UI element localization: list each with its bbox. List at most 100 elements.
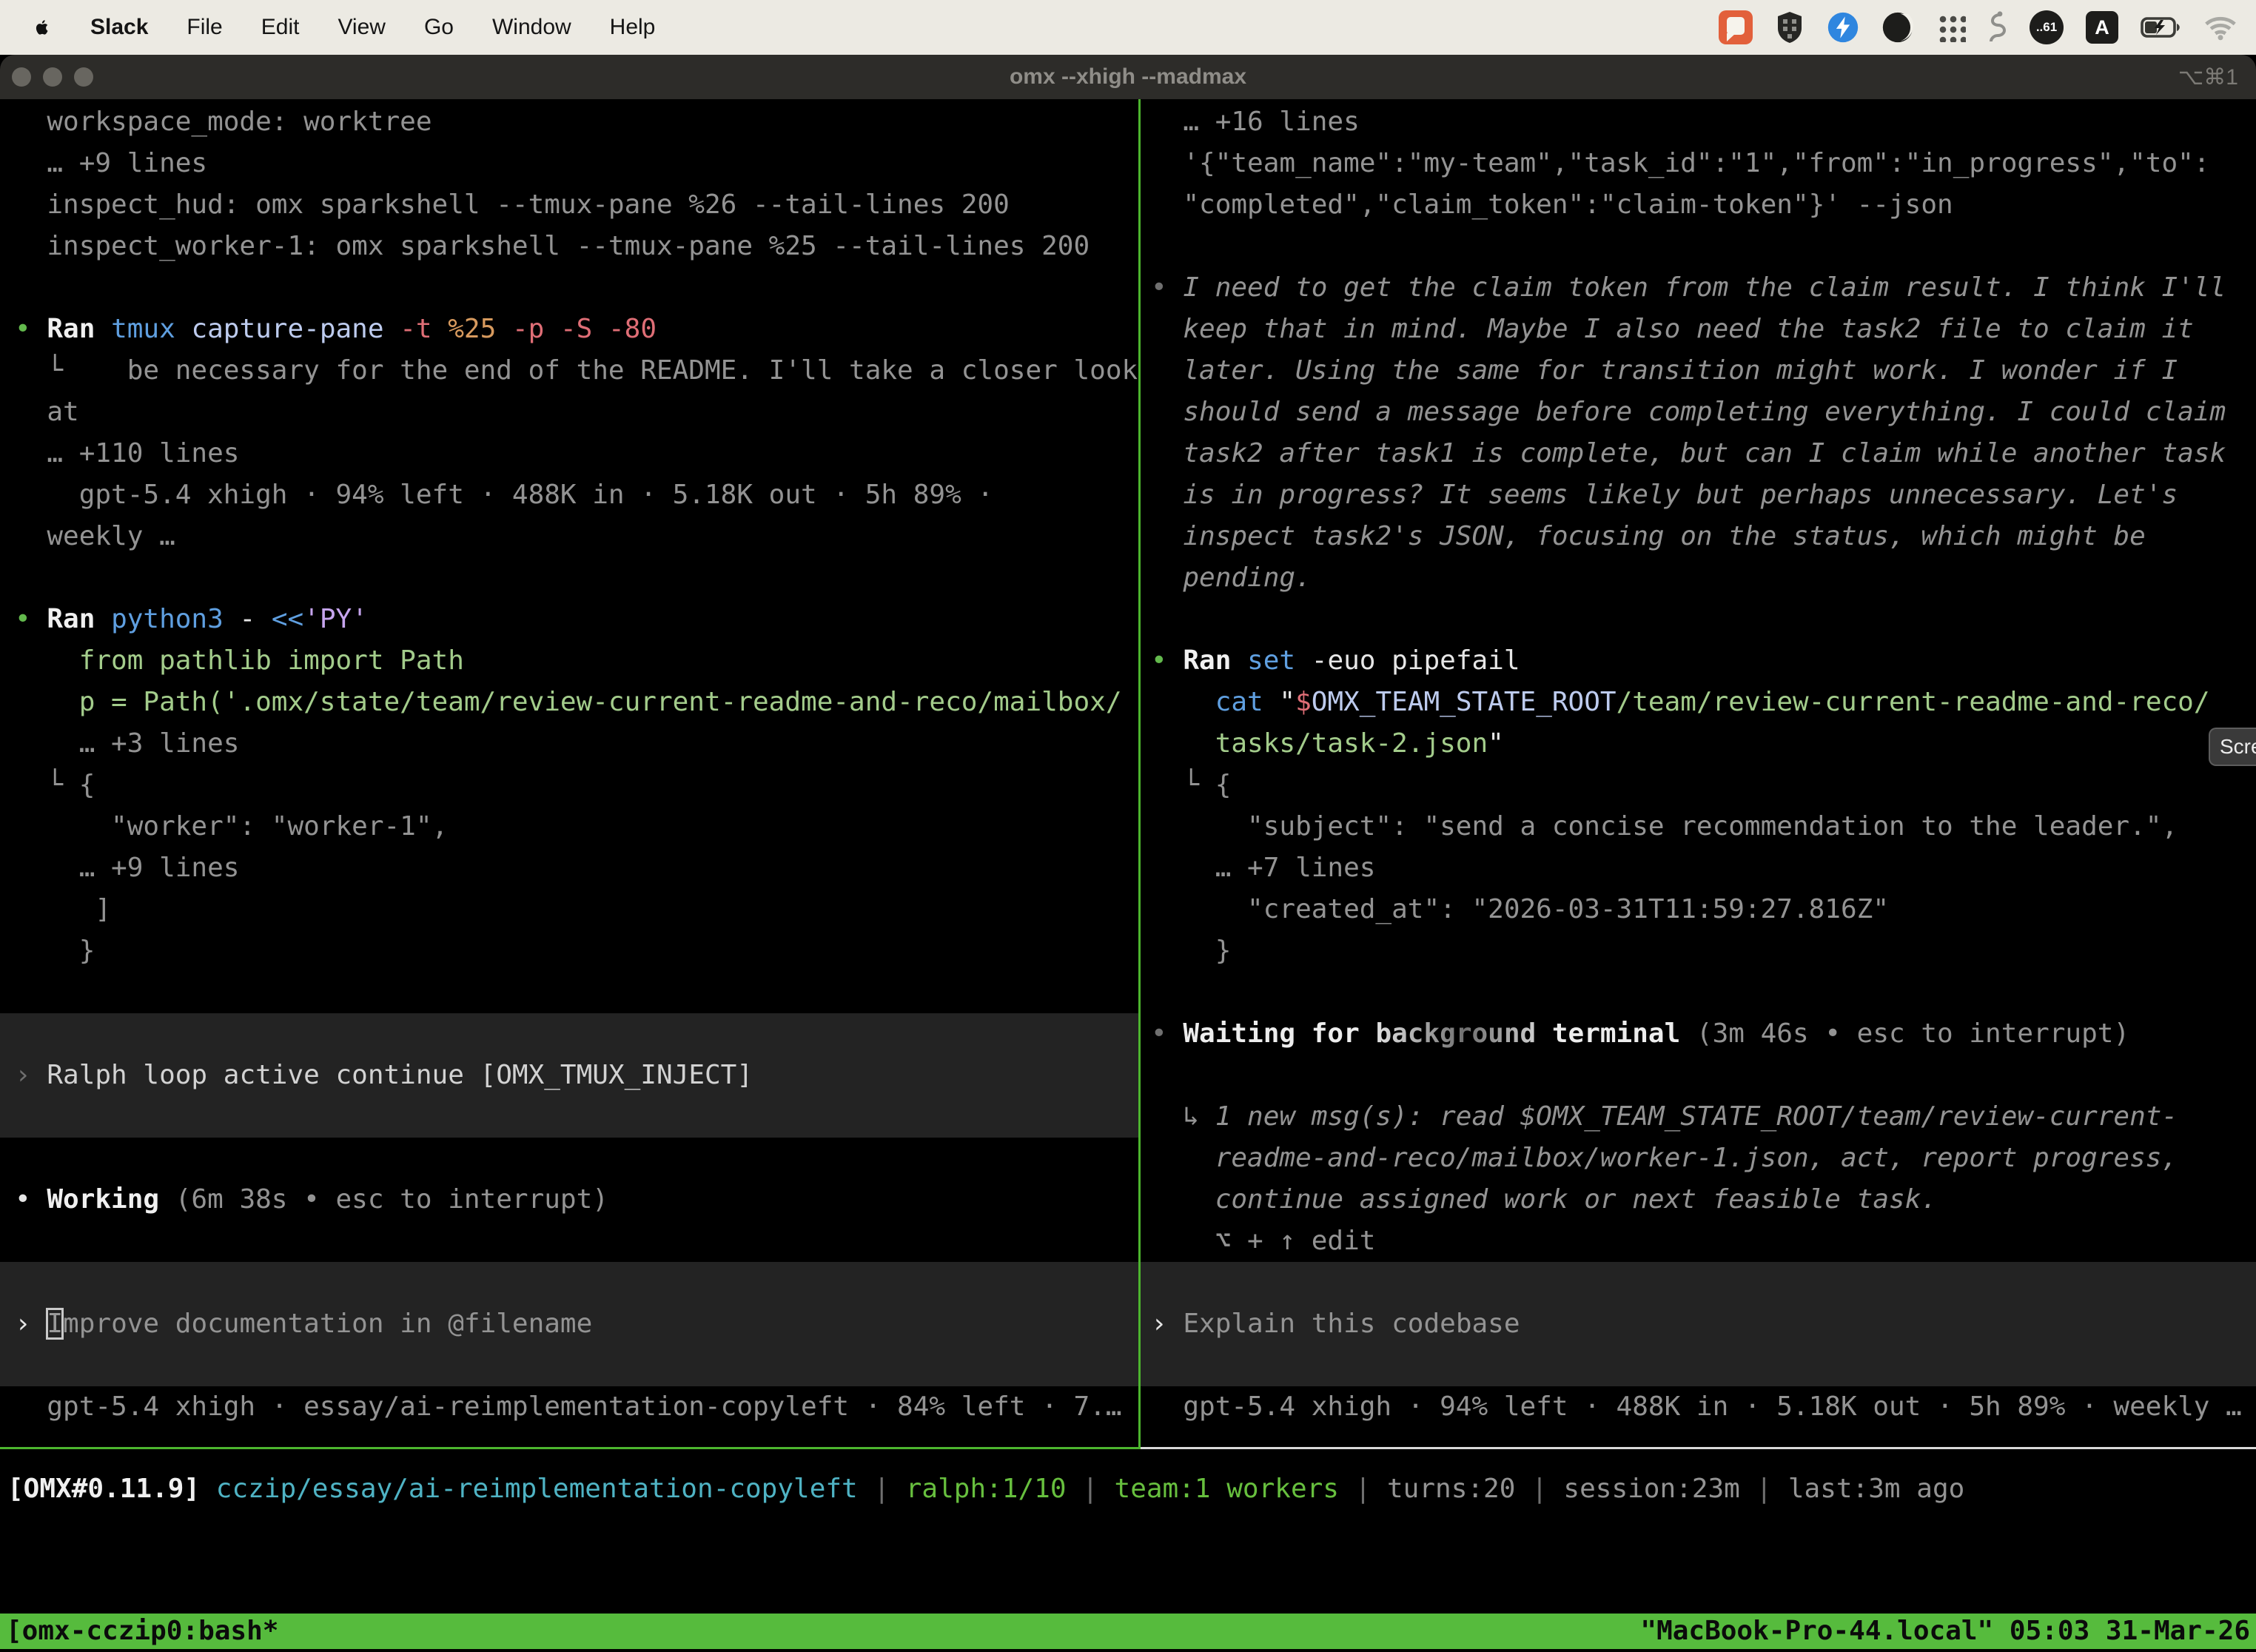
terminal-line: • Ran set -euo pipefail bbox=[1151, 640, 2256, 682]
terminal-line: readme-and-reco/mailbox/worker-1.json, a… bbox=[1151, 1138, 2256, 1179]
terminal-window: omx --xhigh --madmax ⌥⌘1 workspace_mode:… bbox=[0, 55, 2256, 1652]
terminal-line: keep that in mind. Maybe I also need the… bbox=[1151, 309, 2256, 350]
terminal-line bbox=[1151, 226, 2256, 267]
dots-grid-icon[interactable] bbox=[1936, 13, 1966, 42]
terminal-line: ] bbox=[15, 889, 1138, 930]
terminal-line: from pathlib import Path bbox=[15, 640, 1138, 682]
terminal-line: p = Path('.omx/state/team/review-current… bbox=[15, 682, 1138, 723]
bottom-spacer bbox=[0, 1510, 2256, 1614]
terminal-input-row[interactable]: › Ralph loop active continue [OMX_TMUX_I… bbox=[0, 1055, 1138, 1096]
menubar: Slack File Edit View Go Window Help ..61 A bbox=[0, 0, 2256, 55]
crescent-icon[interactable] bbox=[1881, 11, 1914, 44]
minimize-button[interactable] bbox=[43, 67, 62, 87]
terminal-input-row[interactable] bbox=[1141, 1262, 2256, 1303]
menubar-left: Slack File Edit View Go Window Help bbox=[33, 15, 655, 40]
menubar-status-icons: ..61 A bbox=[1719, 10, 2237, 44]
terminal-line bbox=[1151, 972, 2256, 1013]
terminal-line: tasks/task-2.json" bbox=[1151, 723, 2256, 765]
terminal-line: inspect_worker-1: omx sparkshell --tmux-… bbox=[15, 226, 1138, 267]
terminal-line: • Waiting for background terminal (3m 46… bbox=[1151, 1013, 2256, 1055]
percent-badge-icon[interactable]: ..61 bbox=[2030, 10, 2064, 44]
wifi-icon[interactable] bbox=[2204, 14, 2237, 41]
terminal-line: cat "$OMX_TEAM_STATE_ROOT/team/review-cu… bbox=[1151, 682, 2256, 723]
terminal-line: } bbox=[15, 930, 1138, 972]
terminal-line bbox=[15, 972, 1138, 1013]
terminal-line: inspect task2's JSON, focusing on the st… bbox=[1151, 516, 2256, 557]
terminal-line: └ { bbox=[15, 765, 1138, 806]
menu-help[interactable]: Help bbox=[610, 15, 656, 40]
terminal-line: ⌥ + ↑ edit bbox=[1151, 1220, 2256, 1262]
terminal-line bbox=[15, 1220, 1138, 1262]
terminal-line: └ be necessary for the end of the README… bbox=[15, 350, 1138, 392]
traffic-lights bbox=[12, 55, 93, 99]
menu-file[interactable]: File bbox=[187, 15, 222, 40]
terminal-line: • Ran tmux capture-pane -t %25 -p -S -80 bbox=[15, 309, 1138, 350]
terminal-line bbox=[15, 557, 1138, 599]
window-titlebar[interactable]: omx --xhigh --madmax ⌥⌘1 bbox=[0, 55, 2256, 99]
menu-view[interactable]: View bbox=[338, 15, 385, 40]
close-button[interactable] bbox=[12, 67, 31, 87]
terminal-line: … +16 lines bbox=[1151, 101, 2256, 143]
terminal-input-row[interactable] bbox=[0, 1345, 1138, 1386]
menu-slack[interactable]: Slack bbox=[90, 15, 148, 40]
shield-grid-icon[interactable] bbox=[1775, 10, 1805, 44]
terminal-line: gpt-5.4 xhigh · essay/ai-reimplementatio… bbox=[15, 1386, 1138, 1428]
battery-icon[interactable] bbox=[2141, 16, 2182, 38]
zoom-button[interactable] bbox=[74, 67, 93, 87]
terminal-line: "created_at": "2026-03-31T11:59:27.816Z" bbox=[1151, 889, 2256, 930]
omx-status-line: [OMX#0.11.9] cczip/essay/ai-reimplementa… bbox=[0, 1449, 2256, 1510]
terminal-input-row[interactable] bbox=[0, 1013, 1138, 1055]
terminal-line: ↳ 1 new msg(s): read $OMX_TEAM_STATE_ROO… bbox=[1151, 1096, 2256, 1138]
terminal-input-row[interactable] bbox=[1141, 1345, 2256, 1386]
pane-left: workspace_mode: worktree … +9 lines insp… bbox=[0, 99, 1138, 1449]
terminal-line: '{"team_name":"my-team","task_id":"1","f… bbox=[1151, 143, 2256, 184]
terminal-line: • Working (6m 38s • esc to interrupt) bbox=[15, 1179, 1138, 1220]
terminal-input-row[interactable] bbox=[0, 1262, 1138, 1303]
tmux-status-bar: [omx-cczip0:bash* "MacBook-Pro-44.local"… bbox=[0, 1614, 2256, 1649]
terminal-line: "worker": "worker-1", bbox=[15, 806, 1138, 847]
terminal-line: inspect_hud: omx sparkshell --tmux-pane … bbox=[15, 184, 1138, 226]
terminal-line: "subject": "send a concise recommendatio… bbox=[1151, 806, 2256, 847]
terminal-line bbox=[15, 267, 1138, 309]
screen-capture-overlay: Scre bbox=[2209, 728, 2256, 766]
blue-bolt-icon[interactable] bbox=[1827, 11, 1859, 44]
terminal-line: "completed","claim_token":"claim-token"}… bbox=[1151, 184, 2256, 226]
input-source-icon[interactable]: A bbox=[2086, 11, 2118, 44]
terminal-line: … +110 lines bbox=[15, 433, 1138, 474]
terminal-line: later. Using the same for transition mig… bbox=[1151, 350, 2256, 392]
terminal-line: └ { bbox=[1151, 765, 2256, 806]
window-shortcut-badge: ⌥⌘1 bbox=[2178, 55, 2238, 99]
terminal-line: … +3 lines bbox=[15, 723, 1138, 765]
terminal-line: … +7 lines bbox=[1151, 847, 2256, 889]
menu-go[interactable]: Go bbox=[424, 15, 454, 40]
terminal-line: • I need to get the claim token from the… bbox=[1151, 267, 2256, 309]
terminal-input-row[interactable]: › Explain this codebase bbox=[1141, 1303, 2256, 1345]
terminal-line: is in progress? It seems likely but perh… bbox=[1151, 474, 2256, 516]
pane-right: … +16 lines '{"team_name":"my-team","tas… bbox=[1141, 99, 2256, 1449]
pane-border-right bbox=[1141, 1447, 2256, 1449]
terminal-line: weekly … bbox=[15, 516, 1138, 557]
menu-window[interactable]: Window bbox=[492, 15, 571, 40]
terminal-line: • Ran python3 - <<'PY' bbox=[15, 599, 1138, 640]
squiggle-icon[interactable] bbox=[1988, 10, 2007, 44]
chat-app-icon[interactable] bbox=[1719, 10, 1753, 44]
terminal-line: task2 after task1 is complete, but can I… bbox=[1151, 433, 2256, 474]
terminal-input-row[interactable] bbox=[0, 1096, 1138, 1138]
terminal-line: workspace_mode: worktree bbox=[15, 101, 1138, 143]
menu-edit[interactable]: Edit bbox=[261, 15, 300, 40]
terminal-line: } bbox=[1151, 930, 2256, 972]
terminal-line: at bbox=[15, 392, 1138, 433]
tmux-session-label: [omx-cczip0:bash* bbox=[6, 1614, 278, 1649]
pane-border-left bbox=[0, 1447, 1141, 1449]
tmux-host-clock: "MacBook-Pro-44.local" 05:03 31-Mar-26 bbox=[1640, 1614, 2250, 1649]
terminal-line: continue assigned work or next feasible … bbox=[1151, 1179, 2256, 1220]
window-title: omx --xhigh --madmax bbox=[0, 64, 2256, 90]
terminal-line: gpt-5.4 xhigh · 94% left · 488K in · 5.1… bbox=[15, 474, 1138, 516]
terminal-line bbox=[1151, 1055, 2256, 1096]
terminal-line: … +9 lines bbox=[15, 143, 1138, 184]
terminal-input-row[interactable]: › Improve documentation in @filename bbox=[0, 1303, 1138, 1345]
apple-menu-icon[interactable] bbox=[33, 16, 52, 38]
terminal-line bbox=[15, 1138, 1138, 1179]
terminal-area: workspace_mode: worktree … +9 lines insp… bbox=[0, 99, 2256, 1449]
terminal-line bbox=[1151, 599, 2256, 640]
